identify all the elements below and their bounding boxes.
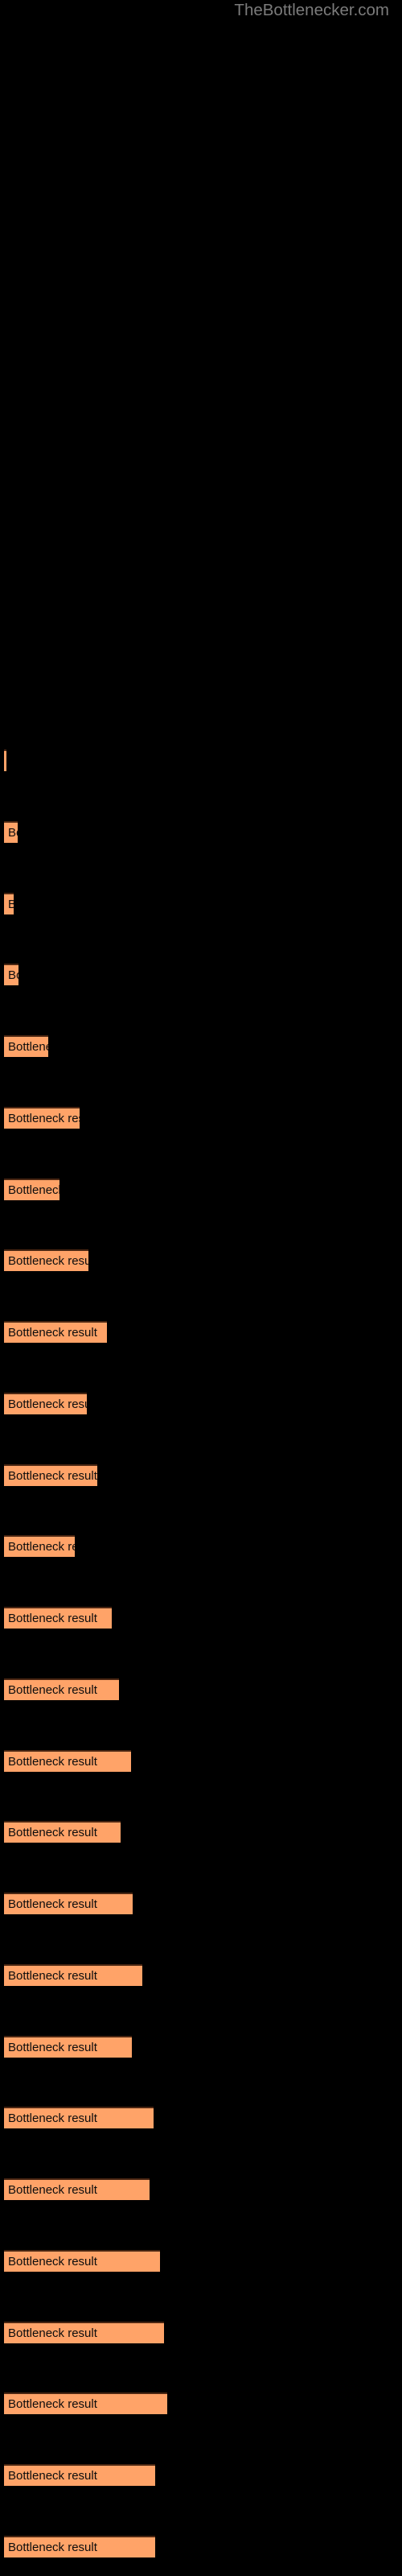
chart-bar[interactable]: Bottleneck result bbox=[4, 1964, 142, 1986]
bar-label: Bottleneck result bbox=[8, 1683, 97, 1697]
bottleneck-bar-chart: Bottleneck result Bottleneck result Bottle… bbox=[0, 0, 402, 2576]
chart-bar[interactable]: Bottleneck result bbox=[4, 1750, 131, 1772]
bar-label: Bottleneck result bbox=[8, 2112, 97, 2125]
chart-bar[interactable]: Bottleneck result bbox=[4, 1893, 133, 1914]
bar-label: Bottleneck result bbox=[8, 2041, 97, 2054]
chart-bar[interactable]: Bottleneck result bbox=[4, 893, 14, 914]
bar-label: Bottleneck result bbox=[8, 2183, 97, 2197]
bar-label: Bottleneck result bbox=[8, 1326, 97, 1340]
chart-bar[interactable]: Bottleneck result bbox=[4, 2464, 155, 2486]
chart-bar[interactable]: Bottleneck result bbox=[4, 1035, 48, 1057]
bar-label: Bottleneck result bbox=[8, 2397, 97, 2411]
bar-label: Bottleneck result bbox=[8, 1826, 97, 1839]
chart-bar[interactable]: Bottleneck result bbox=[4, 1107, 80, 1129]
chart-bar[interactable]: Bottleneck result bbox=[4, 1535, 75, 1557]
bar-label: Bottleneck result bbox=[8, 2326, 97, 2340]
chart-bar[interactable]: Bottleneck result bbox=[4, 1179, 59, 1200]
chart-bar[interactable]: Bottleneck result bbox=[4, 749, 6, 771]
bar-label: Bottleneck result bbox=[8, 826, 18, 840]
bar-label: Bottleneck result bbox=[8, 1540, 75, 1554]
chart-bar[interactable]: Bottleneck result bbox=[4, 2107, 154, 2128]
chart-bar[interactable]: Bottleneck result bbox=[4, 2178, 150, 2200]
chart-plot-area: Bottleneck result Bottleneck result Bottle… bbox=[0, 0, 402, 2576]
chart-bar[interactable]: Bottleneck result bbox=[4, 1393, 87, 1414]
bar-label: Bottleneck result bbox=[8, 1040, 48, 1054]
bar-label: Bottleneck result bbox=[8, 1112, 80, 1125]
chart-bar[interactable]: Bottleneck result bbox=[4, 2392, 167, 2414]
chart-bar[interactable]: Bottleneck result bbox=[4, 1607, 112, 1629]
bar-label: Bottleneck result bbox=[8, 1755, 97, 1769]
chart-bar[interactable]: Bottleneck result bbox=[4, 1678, 119, 1700]
chart-bar[interactable]: Bottleneck result bbox=[4, 2536, 155, 2557]
bar-label: Bottleneck result bbox=[8, 2469, 97, 2483]
bar-label: Bottleneck result bbox=[8, 968, 18, 982]
bar-label: Bottleneck result bbox=[8, 1897, 97, 1911]
chart-bar[interactable]: Bottleneck result bbox=[4, 1464, 97, 1486]
bar-label: Bottleneck result bbox=[8, 1612, 97, 1625]
chart-bar[interactable]: Bottleneck result bbox=[4, 2322, 164, 2343]
chart-bar[interactable]: Bottleneck result bbox=[4, 1321, 107, 1343]
page-root: TheBottlenecker.com Bottleneck resultBot… bbox=[0, 0, 402, 2576]
bar-label: Bottleneck result bbox=[8, 1469, 97, 1483]
bar-label: Bottleneck result bbox=[8, 1254, 88, 1268]
chart-bar[interactable]: Bottleneck result bbox=[4, 2036, 132, 2058]
bar-label: Bottleneck result bbox=[8, 897, 14, 913]
bar-label: Bottleneck result bbox=[8, 1969, 97, 1983]
chart-bar[interactable]: Bottleneck result bbox=[4, 964, 18, 985]
chart-bar[interactable]: Bottleneck result bbox=[4, 821, 18, 843]
bar-label: Bottleneck result bbox=[8, 2255, 97, 2268]
bar-label: Bottleneck result bbox=[8, 1183, 59, 1197]
bar-label: Bottleneck result bbox=[8, 2541, 97, 2554]
chart-bar[interactable]: Bottleneck result bbox=[4, 1821, 121, 1843]
chart-bar[interactable]: Bottleneck result bbox=[4, 2250, 160, 2272]
chart-bar[interactable]: Bottleneck result bbox=[4, 1249, 88, 1271]
bar-label: Bottleneck result bbox=[8, 1397, 87, 1411]
